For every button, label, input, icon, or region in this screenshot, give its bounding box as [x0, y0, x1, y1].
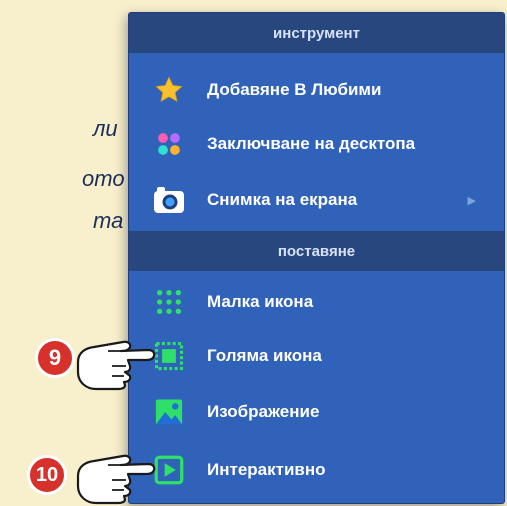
section-header-display-label: поставяне — [277, 242, 356, 260]
small-icons-grid-icon — [151, 284, 187, 320]
menu-item-large-icon[interactable]: Голяма икона — [129, 329, 504, 383]
menu-item-lock-desktop-label: Заключване на десктопа — [207, 134, 416, 153]
menu-item-small-icon-label: Малка икона — [207, 292, 314, 311]
color-dots-icon — [151, 126, 187, 162]
menu-item-interactive-label: Интерактивно — [207, 460, 326, 479]
menu-item-screenshot-label: Снимка на екрана — [207, 190, 358, 209]
menu-item-screenshot[interactable]: Снимка на екрана ▶ — [129, 173, 504, 227]
submenu-arrow-icon: ▶ — [467, 194, 476, 207]
section-header-tool: инструмент — [129, 13, 504, 53]
section-header-display: поставяне — [129, 231, 504, 271]
background-text-line-1: ли — [93, 116, 118, 141]
menu-item-add-favorites-label: Добавяне В Любими — [207, 80, 382, 99]
callout-badge-9: 9 — [35, 338, 75, 378]
pointing-hand-icon — [76, 454, 156, 505]
background-text-line-2: ото — [82, 166, 125, 191]
callout-badge-10: 10 — [27, 455, 67, 495]
menu-item-lock-desktop[interactable]: Заключване на десктопа — [129, 117, 504, 171]
context-menu: инструмент Добавяне В Любими Заключване … — [128, 12, 505, 504]
background-text-line-3: та — [93, 208, 124, 233]
image-icon — [151, 394, 187, 430]
menu-item-large-icon-label: Голяма икона — [207, 346, 322, 365]
pointing-hand-icon — [76, 340, 156, 391]
menu-item-interactive[interactable]: Интерактивно — [129, 443, 504, 497]
star-icon — [151, 72, 187, 108]
section-header-tool-label: инструмент — [273, 24, 360, 42]
menu-item-image[interactable]: Изображение — [129, 385, 504, 439]
menu-item-add-favorites[interactable]: Добавяне В Любими — [129, 63, 504, 117]
menu-item-small-icon[interactable]: Малка икона — [129, 275, 504, 329]
camera-icon — [151, 182, 187, 218]
menu-item-image-label: Изображение — [207, 402, 320, 421]
